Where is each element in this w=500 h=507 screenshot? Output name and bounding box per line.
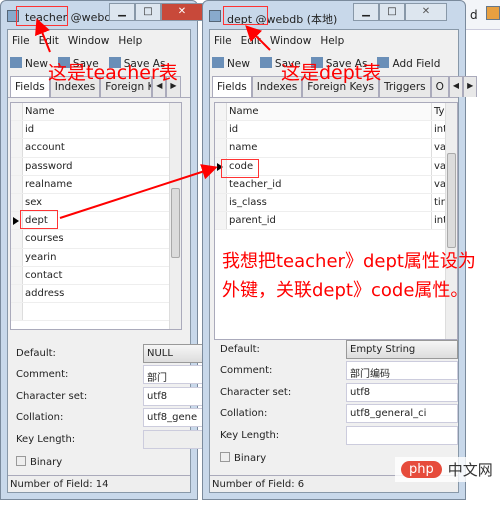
annotation-note-line1: 我想把teacher》dept属性设为 xyxy=(222,251,476,272)
arrow-to-teacher-title xyxy=(35,18,51,53)
annotation-dept-label: 这是dept表 xyxy=(281,62,382,84)
watermark-logo: php 中文网 xyxy=(395,457,499,482)
annotation-note-line2: 外键，关联dept》code属性。 xyxy=(222,280,469,301)
watermark-cn: 中文网 xyxy=(447,461,493,479)
arrow-dept-to-code xyxy=(59,164,218,219)
annotation-teacher-label: 这是teacher表 xyxy=(48,62,178,84)
arrow-to-dept-title xyxy=(245,25,271,51)
watermark-php: php xyxy=(401,461,442,478)
